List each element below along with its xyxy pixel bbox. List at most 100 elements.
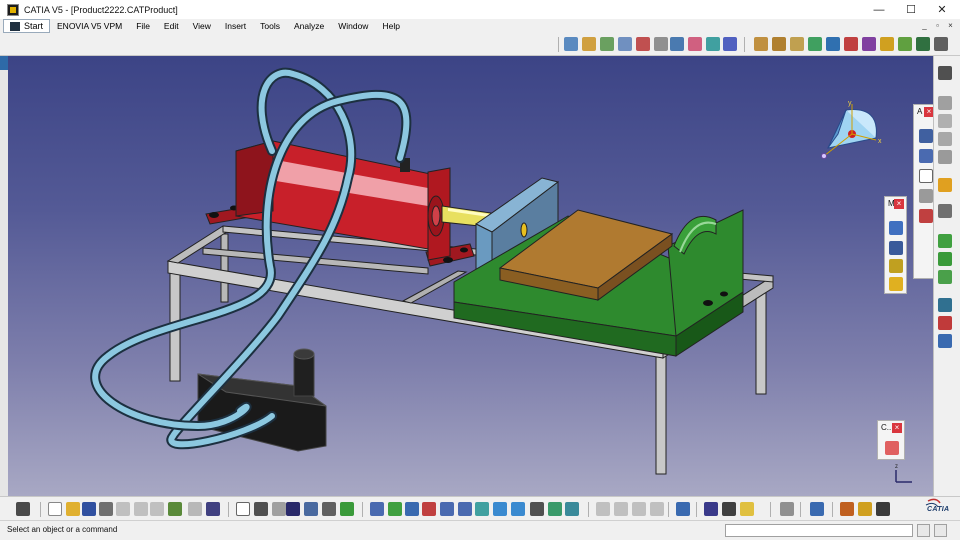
zoom-in-icon[interactable] <box>723 37 737 51</box>
undo-icon[interactable] <box>168 502 182 516</box>
sectioning-icon[interactable] <box>636 37 650 51</box>
select-icon[interactable] <box>938 178 952 192</box>
hierarchy-icon[interactable] <box>304 502 318 516</box>
measure-inertia-icon[interactable] <box>889 259 903 273</box>
assembly-icon[interactable] <box>938 66 952 80</box>
views-icon[interactable] <box>511 502 525 516</box>
manipulate-icon[interactable] <box>564 37 578 51</box>
minimize-button[interactable]: — <box>864 0 894 19</box>
menu-start[interactable]: Start <box>3 19 51 33</box>
weld-icon[interactable] <box>919 189 933 203</box>
whats-this-icon[interactable] <box>206 502 220 516</box>
catalog-icon[interactable] <box>938 316 952 330</box>
coincidence-icon[interactable] <box>772 37 786 51</box>
snap-disabled-icon[interactable] <box>614 502 628 516</box>
doc-close-button[interactable]: × <box>945 20 956 31</box>
table-icon[interactable] <box>286 502 300 516</box>
explode-icon[interactable] <box>600 37 614 51</box>
catalog-palette-close[interactable]: × <box>892 423 902 433</box>
zoom-in-icon[interactable] <box>440 502 454 516</box>
copy-icon[interactable] <box>134 502 148 516</box>
compass[interactable]: y x <box>821 100 883 159</box>
new-icon[interactable] <box>48 502 62 516</box>
save-icon[interactable] <box>82 502 96 516</box>
measure-palette[interactable]: M × <box>884 196 907 294</box>
menu-view[interactable]: View <box>186 19 218 33</box>
smart-move-icon[interactable] <box>632 502 646 516</box>
command-options-button[interactable] <box>934 524 947 537</box>
fit-all-icon[interactable] <box>670 37 684 51</box>
catia-app-icon[interactable] <box>7 3 19 16</box>
open-icon[interactable] <box>66 502 80 516</box>
bill-of-material-icon[interactable] <box>938 270 952 284</box>
annotation-palette-close[interactable]: × <box>924 107 933 117</box>
menu-analyze[interactable]: Analyze <box>287 19 331 33</box>
update-icon[interactable] <box>780 502 794 516</box>
menu-edit[interactable]: Edit <box>157 19 186 33</box>
print-icon[interactable] <box>99 502 113 516</box>
zoom-out-icon[interactable] <box>458 502 472 516</box>
existing-component-icon[interactable] <box>938 150 952 164</box>
menu-help[interactable]: Help <box>375 19 406 33</box>
clash-icon[interactable] <box>618 37 632 51</box>
knowledge-icon[interactable] <box>272 502 286 516</box>
menu-file[interactable]: File <box>129 19 157 33</box>
explode-disabled-icon[interactable] <box>650 502 664 516</box>
new-part-icon[interactable] <box>938 132 952 146</box>
fly-mode-icon[interactable] <box>370 502 384 516</box>
cut-icon[interactable] <box>116 502 130 516</box>
generate-numbering-icon[interactable] <box>938 252 952 266</box>
material-icon[interactable] <box>840 502 854 516</box>
save-management-icon[interactable] <box>938 334 952 348</box>
command-history-button[interactable] <box>917 524 930 537</box>
doc-minimize-button[interactable]: _ <box>919 20 930 31</box>
normal-view-icon[interactable] <box>475 502 489 516</box>
menu-enovia[interactable]: ENOVIA V5 VPM <box>50 19 129 33</box>
formula-icon[interactable] <box>236 502 250 516</box>
move-icon[interactable] <box>596 502 610 516</box>
measure-palette-close[interactable]: × <box>894 199 904 209</box>
pan-icon[interactable] <box>405 502 419 516</box>
scenes-icon[interactable] <box>938 298 952 312</box>
measure-between-icon[interactable] <box>704 502 718 516</box>
doc-restore-button[interactable]: ▫ <box>932 20 943 31</box>
snap-icon[interactable] <box>582 37 596 51</box>
annotation-tool-icon[interactable] <box>919 209 933 223</box>
close-button[interactable]: ✕ <box>927 0 957 19</box>
replace-component-icon[interactable] <box>938 204 952 218</box>
spec-tree-handle[interactable] <box>0 56 8 70</box>
measure-icon[interactable] <box>654 37 668 51</box>
hide-show-icon[interactable] <box>548 502 562 516</box>
flexible-icon[interactable] <box>898 37 912 51</box>
publication-icon[interactable] <box>340 502 354 516</box>
text-icon[interactable] <box>919 129 933 143</box>
sectioning-icon[interactable] <box>676 502 690 516</box>
graph-tree-icon[interactable] <box>938 234 952 248</box>
measure-thickness-icon[interactable] <box>889 277 903 291</box>
assembly-constraint-icon[interactable] <box>754 37 768 51</box>
3d-viewport[interactable]: y x z A × M × C... × <box>8 56 933 496</box>
new-product-icon[interactable] <box>938 114 952 128</box>
catalog-icon[interactable] <box>810 502 824 516</box>
model-render[interactable]: y x z <box>8 56 933 496</box>
quick-constraint-icon[interactable] <box>880 37 894 51</box>
fit-all-icon[interactable] <box>388 502 402 516</box>
pan-icon[interactable] <box>688 37 702 51</box>
command-input[interactable] <box>725 524 913 537</box>
clash-icon[interactable] <box>722 502 736 516</box>
rotate-icon[interactable] <box>422 502 436 516</box>
change-constraint-icon[interactable] <box>916 37 930 51</box>
contact-icon[interactable] <box>790 37 804 51</box>
annotation-palette[interactable]: A × <box>913 104 933 279</box>
apply-material-icon[interactable] <box>858 502 872 516</box>
flag-note-icon[interactable] <box>919 149 933 163</box>
balloon-icon[interactable] <box>919 169 933 183</box>
rotate-icon[interactable] <box>706 37 720 51</box>
update-icon[interactable] <box>934 37 948 51</box>
tools-palette-icon[interactable] <box>16 502 30 516</box>
catalog-browser-icon[interactable] <box>885 441 899 455</box>
offset-icon[interactable] <box>808 37 822 51</box>
render-style-icon[interactable] <box>530 502 544 516</box>
paste-icon[interactable] <box>150 502 164 516</box>
fix-together-icon[interactable] <box>862 37 876 51</box>
